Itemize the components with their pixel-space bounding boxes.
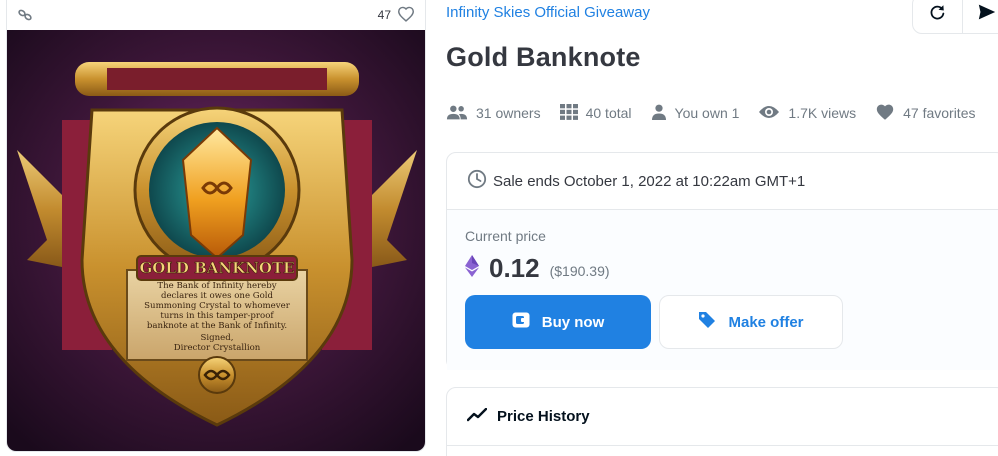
tag-icon	[698, 311, 716, 333]
views-label: 1.7K views	[788, 105, 857, 121]
item-title: Gold Banknote	[446, 42, 641, 72]
grid-icon	[559, 103, 578, 123]
owners-stat[interactable]: 31 owners	[446, 103, 541, 123]
eye-icon	[758, 105, 780, 122]
image-line-2: declares it owes one Gold	[161, 291, 274, 301]
total-stat: 40 total	[559, 103, 632, 123]
price-history-title: Price History	[497, 408, 590, 425]
price-history-header[interactable]: Price History	[447, 388, 998, 446]
wallet-icon	[512, 312, 530, 332]
refresh-button[interactable]	[913, 0, 962, 33]
buy-now-label: Buy now	[541, 313, 605, 331]
favorite-area[interactable]: 47	[378, 6, 415, 25]
you-own-stat[interactable]: You own 1	[651, 103, 740, 123]
make-offer-label: Make offer	[728, 313, 804, 331]
sale-ends-text: Sale ends October 1, 2022 at 10:22am GMT…	[493, 172, 806, 190]
owners-label: 31 owners	[476, 105, 541, 121]
total-label: 40 total	[585, 105, 632, 121]
buy-now-button[interactable]: Buy now	[465, 295, 651, 349]
share-button[interactable]	[961, 0, 998, 33]
asset-header: 47	[7, 0, 425, 30]
price-row: 0.12 ($190.39)	[465, 252, 987, 284]
refresh-icon	[928, 3, 946, 26]
chain-icon	[17, 7, 33, 23]
favorites-label: 47 favorites	[903, 105, 976, 121]
item-action-group	[912, 0, 998, 34]
price-area: Current price 0.12 ($190.39) Buy now Mak…	[447, 210, 998, 370]
collection-link[interactable]: Infinity Skies Official Giveaway	[446, 4, 650, 21]
image-line-6: Signed,	[201, 333, 234, 343]
image-line-3: Summoning Crystal to whomever	[144, 301, 291, 311]
image-line-5: banknote at the Bank of Infinity.	[147, 321, 287, 331]
image-line-7: Director Crystallion	[174, 343, 261, 353]
current-price-label: Current price	[465, 228, 546, 244]
price-history-panel: Price History	[446, 387, 998, 456]
send-icon	[977, 3, 997, 26]
stats-row: 31 owners 40 total You own 1 1.7K views …	[446, 103, 994, 123]
purchase-buttons: Buy now Make offer	[465, 295, 987, 349]
image-line-4: turns in this tamper-proof	[160, 311, 274, 321]
asset-image: GOLD BANKNOTE The Bank of Infinity hereb…	[7, 30, 425, 451]
ethereum-icon	[465, 254, 479, 282]
person-icon	[651, 104, 667, 123]
asset-card: 47 GOLD BANKNOTE The Bank of Infinity he…	[6, 0, 426, 452]
price-usd: ($190.39)	[549, 263, 610, 279]
image-line-1: The Bank of Infinity hereby	[157, 281, 276, 291]
trade-panel: Sale ends October 1, 2022 at 10:22am GMT…	[446, 152, 998, 370]
favorite-count: 47	[377, 8, 391, 22]
make-offer-button[interactable]: Make offer	[659, 295, 843, 349]
you-own-label: You own 1	[674, 105, 740, 121]
sale-ends-row: Sale ends October 1, 2022 at 10:22am GMT…	[447, 153, 998, 210]
heart-icon[interactable]	[397, 6, 415, 25]
people-icon	[446, 104, 468, 123]
clock-icon	[467, 169, 487, 193]
heart-filled-icon	[875, 103, 895, 124]
favorites-stat[interactable]: 47 favorites	[875, 103, 975, 123]
price-value: 0.12	[489, 252, 540, 283]
trend-icon	[466, 407, 488, 426]
views-stat: 1.7K views	[758, 103, 856, 123]
image-banner-text: GOLD BANKNOTE	[139, 259, 294, 277]
